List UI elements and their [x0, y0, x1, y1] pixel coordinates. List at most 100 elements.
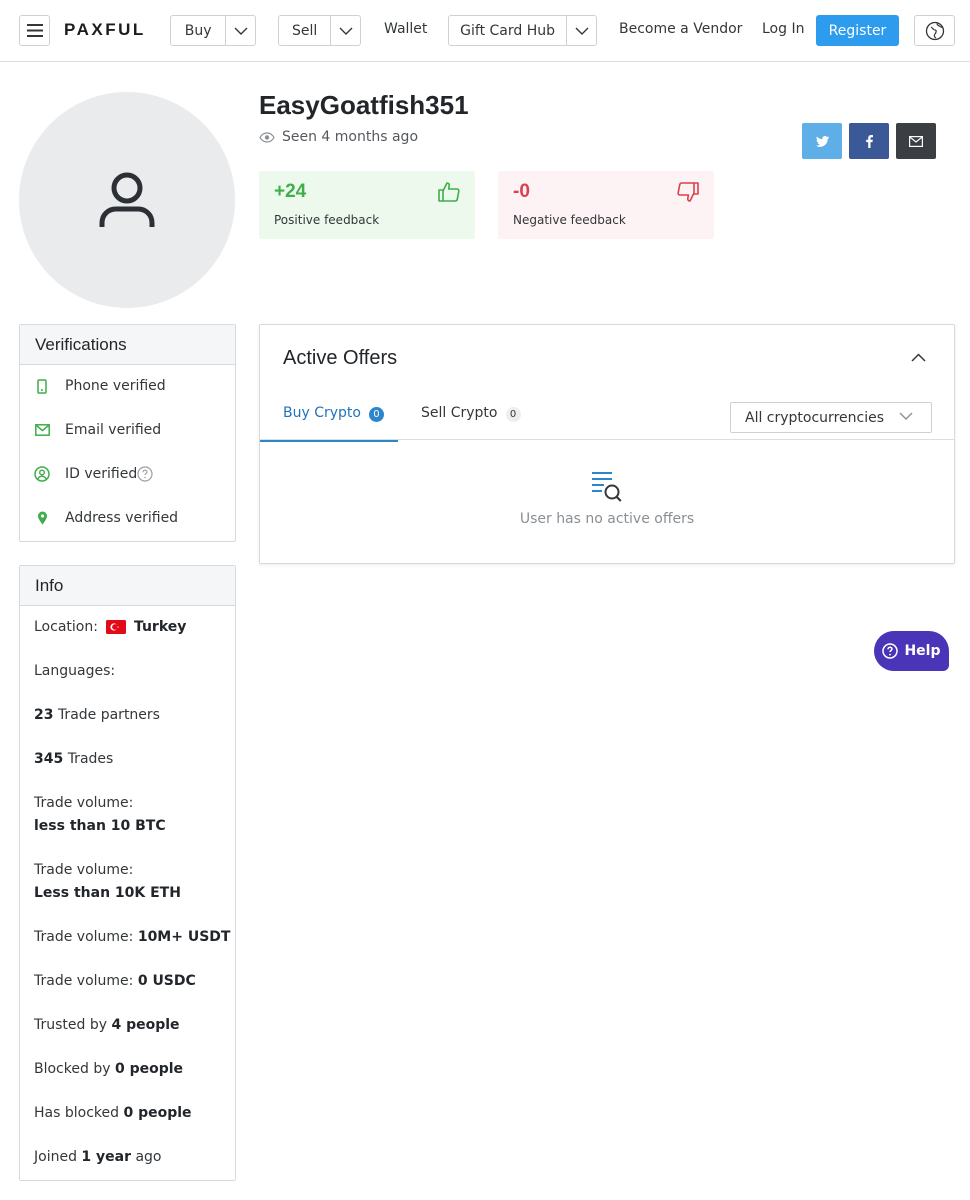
- location-label: Location:: [34, 619, 98, 635]
- last-seen-text: Seen 4 months ago: [282, 129, 419, 145]
- id-icon: [34, 466, 50, 482]
- tab-sell-crypto[interactable]: Sell Crypto 0: [421, 405, 521, 440]
- trade-partners-row: 23 Trade partners: [34, 704, 160, 726]
- info-title: Info: [20, 566, 235, 606]
- empty-state-text: User has no active offers: [519, 511, 695, 527]
- btc-volume-label: Trade volume:: [34, 795, 134, 811]
- eth-volume-value: Less than 10K ETH: [34, 882, 181, 904]
- cryptocurrency-select[interactable]: All cryptocurrencies: [730, 402, 932, 433]
- location-row: Location: Turkey: [34, 616, 186, 638]
- tab-buy-crypto[interactable]: Buy Crypto 0: [260, 405, 398, 442]
- usdc-volume-row: Trade volume: 0 USDC: [34, 970, 196, 992]
- help-circle-icon[interactable]: [137, 466, 153, 482]
- trusted-by-row: Trusted by 4 people: [34, 1014, 180, 1036]
- help-label: Help: [904, 643, 941, 659]
- gift-card-hub-button[interactable]: Gift Card Hub: [449, 16, 566, 45]
- trusted-by-value: 4 people: [111, 1017, 180, 1033]
- info-panel: Info Location: Turkey Languages: 23 Trad…: [19, 565, 236, 1181]
- verification-label: Address verified: [65, 510, 179, 526]
- gift-card-menu-toggle[interactable]: [566, 16, 596, 45]
- tab-count-badge: 0: [368, 407, 384, 422]
- cryptocurrency-select-value: All cryptocurrencies: [745, 409, 884, 426]
- buy-button[interactable]: Buy: [171, 16, 225, 45]
- trusted-by-label: Trusted by: [34, 1017, 108, 1033]
- joined-suffix: ago: [135, 1149, 162, 1165]
- become-vendor-link[interactable]: Become a Vendor: [619, 21, 742, 37]
- has-blocked-label: Has blocked: [34, 1105, 119, 1121]
- chevron-down-icon: [899, 412, 913, 420]
- email-icon: [34, 424, 50, 436]
- turkey-flag-icon: [105, 620, 126, 634]
- eth-volume-text: Less than 10K ETH: [34, 885, 181, 901]
- tab-count-badge: 0: [505, 407, 521, 422]
- languages-label: Languages:: [34, 663, 116, 679]
- usdt-volume-value: 10M+ USDT: [137, 929, 231, 945]
- verification-item-address: Address verified: [20, 508, 235, 528]
- buy-dropdown: Buy: [170, 15, 256, 46]
- eye-icon: [259, 131, 275, 143]
- blocked-by-label: Blocked by: [34, 1061, 111, 1077]
- verification-label: Email verified: [65, 422, 162, 438]
- tabs-divider: [260, 439, 954, 440]
- active-offers-panel: Active Offers Buy Crypto 0 Sell Crypto 0…: [259, 324, 955, 564]
- verification-label: ID verified: [65, 466, 138, 482]
- negative-feedback-card[interactable]: -0 Negative feedback: [498, 171, 714, 239]
- usdt-volume-row: Trade volume: 10M+ USDT: [34, 926, 230, 948]
- blocked-by-row: Blocked by 0 people: [34, 1058, 183, 1080]
- login-link[interactable]: Log In: [762, 21, 804, 37]
- joined-label: Joined: [34, 1149, 77, 1165]
- chevron-down-icon: [234, 27, 248, 35]
- btc-volume-text: less than 10 BTC: [34, 818, 166, 834]
- blocked-by-value: 0 people: [114, 1061, 184, 1077]
- tab-label: Buy Crypto: [283, 405, 361, 421]
- share-twitter-button[interactable]: [802, 123, 842, 159]
- gift-card-hub-dropdown: Gift Card Hub: [448, 15, 597, 46]
- has-blocked-value: 0 people: [123, 1105, 192, 1121]
- language-button[interactable]: [914, 15, 955, 46]
- negative-feedback-count: -0: [513, 181, 530, 202]
- positive-feedback-label: Positive feedback: [274, 213, 380, 227]
- share-email-button[interactable]: [896, 123, 936, 159]
- joined-row: Joined 1 year ago: [34, 1146, 162, 1168]
- chevron-up-icon[interactable]: [911, 353, 926, 362]
- register-button[interactable]: Register: [816, 15, 899, 46]
- trade-partners-count: 23: [34, 707, 54, 723]
- trade-partners-label: Trade partners: [57, 707, 160, 723]
- trades-row: 345 Trades: [34, 748, 113, 770]
- thumbs-down-icon: [677, 182, 699, 202]
- location-value: Turkey: [133, 619, 187, 635]
- username: EasyGoatfish351: [259, 90, 469, 120]
- trades-label: Trades: [67, 751, 114, 767]
- phone-icon: [37, 378, 47, 394]
- verification-item-phone: Phone verified: [20, 376, 235, 396]
- buy-menu-toggle[interactable]: [225, 16, 255, 45]
- help-circle-icon: [882, 643, 899, 659]
- tab-label: Sell Crypto: [421, 405, 498, 421]
- help-button[interactable]: Help: [874, 631, 949, 671]
- paxful-logo[interactable]: PAXFUL: [64, 20, 146, 40]
- verification-item-id: ID verified: [20, 464, 235, 484]
- joined-value: 1 year: [81, 1149, 132, 1165]
- positive-feedback-card[interactable]: +24 Positive feedback: [259, 171, 475, 239]
- thumbs-up-icon: [438, 182, 460, 202]
- facebook-icon: [865, 134, 873, 148]
- avatar: [19, 92, 235, 308]
- verifications-panel: Verifications Phone verified Email verif…: [19, 324, 236, 542]
- sell-button[interactable]: Sell: [279, 16, 330, 45]
- positive-feedback-count: +24: [274, 181, 307, 202]
- verification-label: Phone verified: [65, 378, 166, 394]
- negative-feedback-label: Negative feedback: [513, 213, 626, 227]
- active-offers-title: Active Offers: [283, 347, 398, 369]
- usdc-volume-label: Trade volume:: [34, 973, 134, 989]
- wallet-link[interactable]: Wallet: [384, 21, 427, 37]
- hamburger-icon: [26, 24, 43, 37]
- email-icon: [909, 135, 923, 147]
- menu-button[interactable]: [19, 15, 50, 46]
- sell-menu-toggle[interactable]: [330, 16, 360, 45]
- share-facebook-button[interactable]: [849, 123, 889, 159]
- usdc-volume-value: 0 USDC: [137, 973, 196, 989]
- location-pin-icon: [37, 511, 47, 525]
- verifications-title: Verifications: [20, 325, 235, 365]
- chevron-down-icon: [575, 27, 589, 35]
- sell-dropdown: Sell: [278, 15, 361, 46]
